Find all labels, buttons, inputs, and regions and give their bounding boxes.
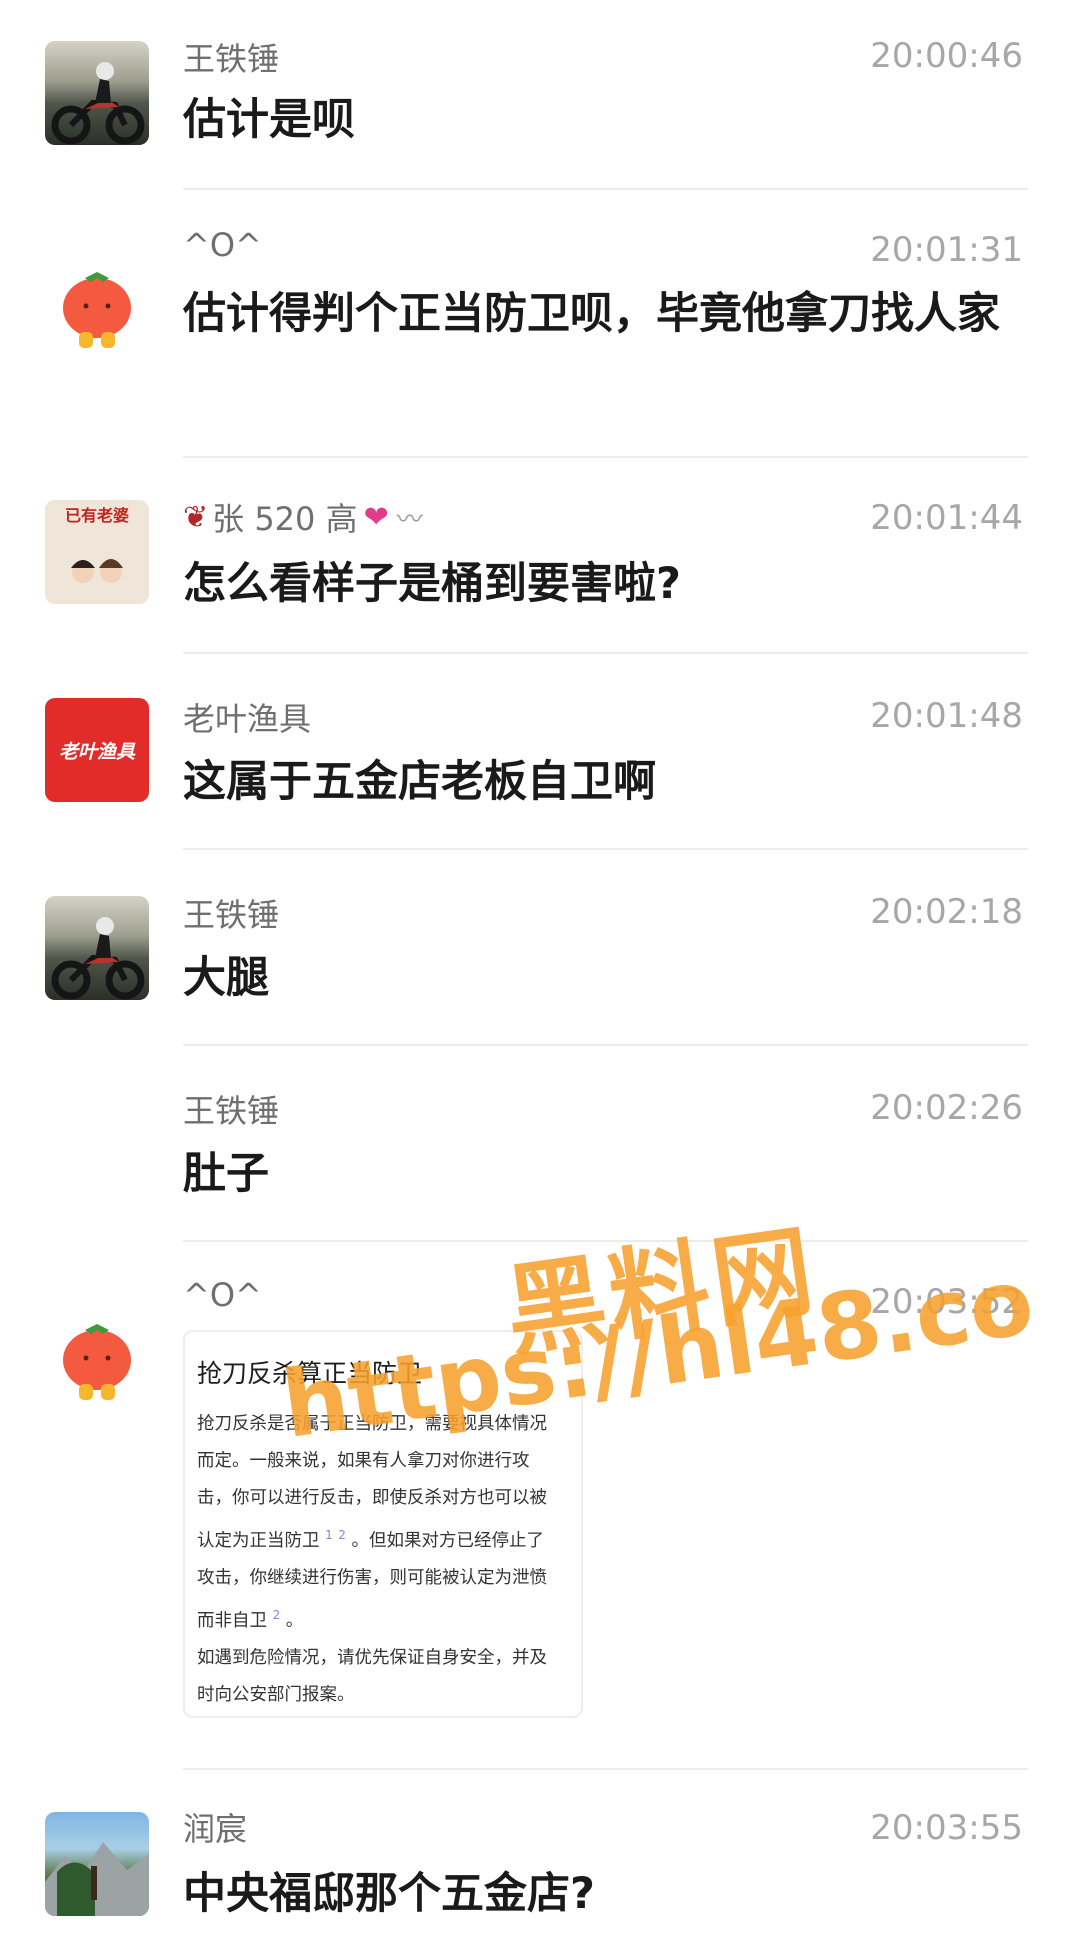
sender-name[interactable]: ❦ 张 520 高 ❤ 〰: [183, 494, 423, 540]
card-line: 时向公安部门报案。: [197, 1684, 355, 1705]
citation-link[interactable]: 2: [338, 1528, 346, 1542]
sender-name[interactable]: 润宸: [183, 1804, 247, 1850]
timestamp: 20:02:18: [870, 892, 1023, 932]
message-text[interactable]: 大腿: [183, 946, 1028, 1010]
tomato-icon: [63, 1324, 131, 1400]
message-text[interactable]: 估计是呗: [183, 88, 1028, 152]
timestamp: 20:01:31: [870, 230, 1023, 270]
sender-name[interactable]: ^O^: [183, 226, 262, 264]
landscape-icon: [45, 1842, 149, 1916]
card-line-text: 而非自卫: [197, 1610, 267, 1631]
message-text[interactable]: 估计得判个正当防卫呗，毕竟他拿刀找人家: [183, 282, 1028, 346]
message-text[interactable]: 怎么看样子是桶到要害啦?: [183, 552, 1028, 616]
card-line: 而非自卫 2 。: [197, 1597, 567, 1640]
citation-link[interactable]: 1: [325, 1528, 333, 1542]
card-line: 击，你可以进行反击，即使反杀对方也可以被: [197, 1488, 547, 1508]
message-text[interactable]: 中央福邸那个五金店?: [183, 1862, 1028, 1926]
message-item: ^O^ 20:03:52 抢刀反杀算正当防卫 抢刀反杀是否属于正当防卫，需要视具…: [0, 1242, 1080, 1770]
sender-name-text: 张 520 高: [212, 500, 358, 538]
sender-name[interactable]: 王铁锤: [183, 890, 279, 936]
motorcycle-avatar[interactable]: [45, 896, 149, 1000]
message-text[interactable]: 肚子: [183, 1142, 1028, 1206]
card-line-text: 。但如果对方已经停止了: [351, 1530, 545, 1551]
motorcycle-icon: [51, 62, 145, 145]
card-line-text: 。: [285, 1610, 304, 1631]
rose-icon: ❦: [183, 499, 209, 535]
shop-logo-avatar[interactable]: 老叶渔具: [45, 698, 149, 802]
shop-logo-text: 老叶渔具: [58, 740, 135, 763]
card-line: 认定为正当防卫 1 2 。但如果对方已经停止了: [197, 1517, 567, 1560]
timestamp: 20:03:52: [870, 1282, 1023, 1322]
couple-avatar[interactable]: 已有老婆: [45, 500, 149, 604]
timestamp: 20:02:26: [870, 1088, 1023, 1128]
ribbon-icon: 〰: [396, 504, 423, 535]
sender-name[interactable]: ^O^: [183, 1276, 262, 1314]
message-item: 已有老婆 ❦ 张 520 高 ❤ 〰 20:01:44 怎么看样子是桶到要害啦?: [0, 458, 1080, 654]
card-line: 攻击，你继续进行伤害，则可能被认定为泄愤: [197, 1567, 547, 1588]
timestamp: 20:01:48: [870, 696, 1023, 736]
message-item: ^O^ 20:01:31 估计得判个正当防卫呗，毕竟他拿刀找人家: [0, 190, 1080, 458]
sender-name[interactable]: 王铁锤: [183, 34, 279, 80]
tomato-icon: [63, 272, 131, 348]
sender-name[interactable]: 王铁锤: [183, 1086, 279, 1132]
card-line-text: 认定为正当防卫: [197, 1530, 320, 1551]
mountain-avatar[interactable]: [45, 1812, 149, 1916]
ai-answer-card[interactable]: 抢刀反杀算正当防卫 抢刀反杀是否属于正当防卫，需要视具体情况 而定。一般来说，如…: [183, 1330, 583, 1718]
message-text[interactable]: 这属于五金店老板自卫啊: [183, 750, 1028, 814]
card-title: 抢刀反杀算正当防卫: [197, 1359, 423, 1388]
message-item: 王铁锤 20:02:18 大腿: [0, 850, 1080, 1046]
timestamp: 20:00:46: [870, 36, 1023, 76]
card-line: 如遇到危险情况，请优先保证自身安全，并及: [197, 1647, 547, 1668]
avatar-caption: 已有老婆: [64, 506, 129, 525]
message-item: 王铁锤 20:00:46 估计是呗: [0, 0, 1080, 190]
citation-link[interactable]: 2: [273, 1608, 281, 1622]
message-item: 王铁锤 20:02:26 肚子: [0, 1046, 1080, 1242]
sender-name[interactable]: 老叶渔具: [183, 694, 311, 740]
motorcycle-icon: [51, 917, 145, 1000]
timestamp: 20:03:55: [870, 1808, 1023, 1848]
card-body: 抢刀反杀是否属于正当防卫，需要视具体情况 而定。一般来说，如果有人拿刀对你进行攻…: [197, 1406, 567, 1714]
tomato-avatar[interactable]: [45, 1304, 149, 1408]
motorcycle-avatar[interactable]: [45, 41, 149, 145]
card-line: 而定。一般来说，如果有人拿刀对你进行攻: [197, 1451, 530, 1471]
timestamp: 20:01:44: [870, 498, 1023, 538]
card-line: 抢刀反杀是否属于正当防卫，需要视具体情况: [197, 1414, 547, 1434]
tomato-avatar[interactable]: [45, 252, 149, 356]
message-item: 润宸 20:03:55 中央福邸那个五金店?: [0, 1770, 1080, 1947]
heart-icon: ❤: [363, 499, 389, 535]
message-item: 老叶渔具 老叶渔具 20:01:48 这属于五金店老板自卫啊: [0, 654, 1080, 850]
